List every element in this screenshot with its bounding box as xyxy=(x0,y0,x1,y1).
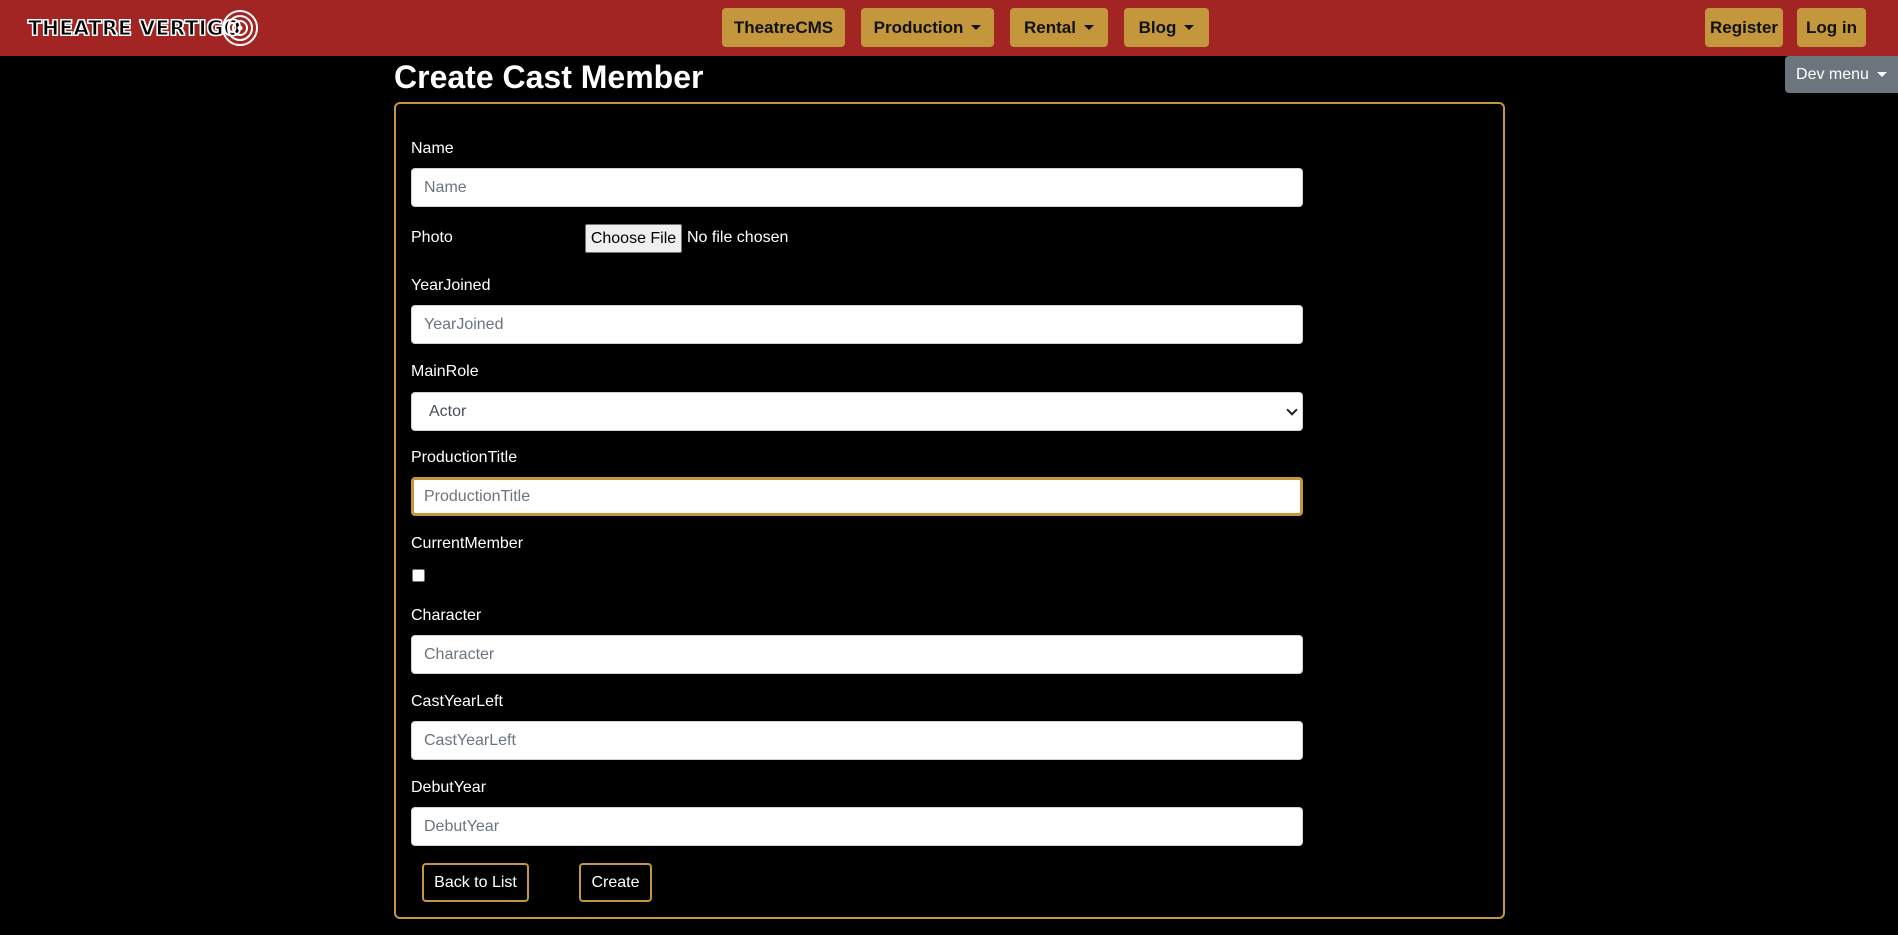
caret-down-icon xyxy=(1083,25,1094,30)
create-label: Create xyxy=(591,873,640,891)
main-role-select[interactable]: Actor xyxy=(411,392,1303,431)
register-label: Register xyxy=(1709,17,1779,37)
dev-menu-label: Dev menu xyxy=(1796,65,1869,83)
caret-down-icon xyxy=(971,25,982,30)
nav-production-dropdown[interactable]: Production xyxy=(861,8,994,47)
login-button[interactable]: Log in xyxy=(1797,8,1866,47)
main-role-selected-value: Actor xyxy=(429,402,467,420)
caret-down-icon xyxy=(1184,25,1195,30)
nav-theatrecms-label: TheatreCMS xyxy=(733,17,834,37)
register-button[interactable]: Register xyxy=(1705,8,1783,47)
name-input[interactable] xyxy=(411,168,1303,207)
nav-theatrecms[interactable]: TheatreCMS xyxy=(722,8,845,47)
nav-blog-label: Blog xyxy=(1138,17,1177,37)
brand-logo-link[interactable]: THEATRE VERTIGO xyxy=(27,10,258,46)
back-to-list-label: Back to List xyxy=(434,873,517,891)
page-title: Create Cast Member xyxy=(394,59,704,95)
cast-year-left-label: CastYearLeft xyxy=(411,693,503,710)
nav-rental-label: Rental xyxy=(1024,17,1076,37)
dev-menu-dropdown[interactable]: Dev menu xyxy=(1785,56,1898,93)
debut-year-label: DebutYear xyxy=(411,779,487,796)
current-member-checkbox[interactable] xyxy=(412,569,425,582)
chevron-down-icon xyxy=(1286,404,1298,416)
file-status-text: No file chosen xyxy=(687,229,789,246)
top-navbar: THEATRE VERTIGO TheatreCMS Production Re… xyxy=(0,0,1898,56)
year-joined-input[interactable] xyxy=(411,305,1303,344)
name-label: Name xyxy=(411,140,454,157)
debut-year-input[interactable] xyxy=(411,807,1303,846)
back-to-list-button[interactable]: Back to List xyxy=(422,863,529,902)
main-role-label: MainRole xyxy=(411,363,479,380)
cast-year-left-input[interactable] xyxy=(411,721,1303,760)
spiral-logo-icon xyxy=(222,10,258,46)
nav-rental-dropdown[interactable]: Rental xyxy=(1010,8,1108,47)
production-title-label: ProductionTitle xyxy=(411,449,518,466)
choose-file-button[interactable]: Choose File xyxy=(585,224,682,253)
character-input[interactable] xyxy=(411,635,1303,674)
login-label: Log in xyxy=(1806,17,1857,37)
nav-production-label: Production xyxy=(873,17,964,37)
character-label: Character xyxy=(411,607,482,624)
current-member-label: CurrentMember xyxy=(411,535,524,552)
caret-down-icon xyxy=(1876,72,1887,77)
nav-blog-dropdown[interactable]: Blog xyxy=(1124,8,1209,47)
create-button[interactable]: Create xyxy=(579,863,652,902)
photo-label: Photo xyxy=(411,229,453,246)
year-joined-label: YearJoined xyxy=(411,277,491,294)
production-title-input[interactable] xyxy=(411,477,1303,516)
